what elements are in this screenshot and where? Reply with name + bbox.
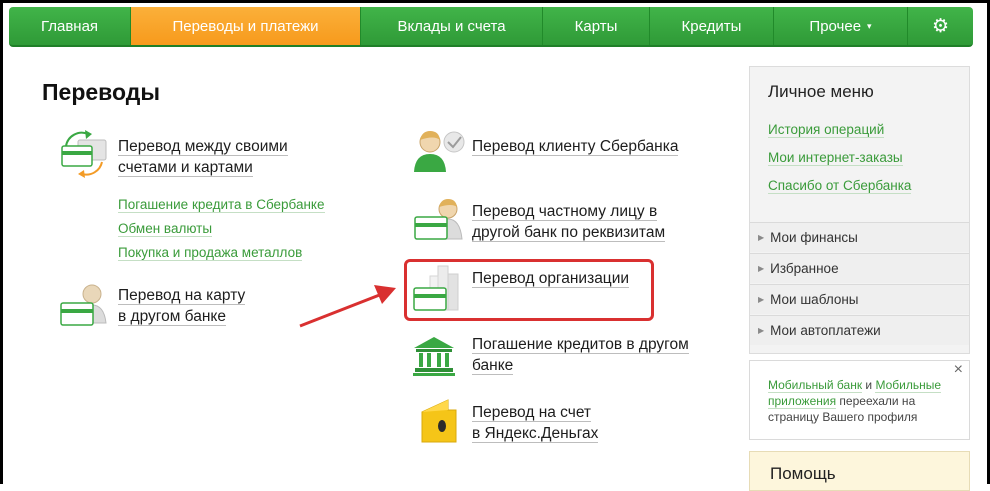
link-currency-exchange[interactable]: Обмен валюты <box>118 221 213 237</box>
sidebar-item-autopayments[interactable]: ▶ Мои автоплатежи <box>750 315 969 345</box>
link-card-other-bank[interactable]: Перевод на карту в другом банке <box>118 285 246 327</box>
link-own-accounts-transfer[interactable]: Перевод между своими счетами и картами <box>118 136 288 178</box>
help-title: Помощь <box>770 464 836 483</box>
link-repay-sber-credit[interactable]: Погашение кредита в Сбербанке <box>118 197 325 213</box>
link-sber-client-transfer[interactable]: Перевод клиенту Сбербанка <box>472 136 679 157</box>
sidebar-item-my-finances[interactable]: ▶ Мои финансы <box>750 222 969 252</box>
chevron-down-icon: ▾ <box>867 20 872 31</box>
red-arrow-annotation <box>299 285 396 328</box>
link-operations-history[interactable]: История операций <box>768 122 885 138</box>
notice-panel: × Мобильный банк и Мобильные приложения … <box>749 360 970 440</box>
window-frame-left <box>0 0 3 484</box>
yandex-money-wallet-icon <box>421 399 457 443</box>
link-mobile-bank[interactable]: Мобильный банк <box>768 378 863 393</box>
main-nav: Главная Переводы и платежи Вклады и счет… <box>9 7 973 47</box>
personal-menu-panel: Личное меню История операций Мои интерне… <box>749 66 970 354</box>
nav-more-label: Прочее <box>809 17 862 35</box>
link-spasibo[interactable]: Спасибо от Сбербанка <box>768 178 912 194</box>
sidebar-item-favorites[interactable]: ▶ Избранное <box>750 253 969 283</box>
nav-item-transfers[interactable]: Переводы и платежи <box>131 7 361 45</box>
link-yandex-money-transfer[interactable]: Перевод на счет в Яндекс.Деньгах <box>472 402 599 444</box>
triangle-right-icon: ▶ <box>758 326 765 335</box>
nav-item-deposits[interactable]: Вклады и счета <box>361 7 543 45</box>
window-frame-top <box>0 0 990 3</box>
settings-button[interactable]: ⚙ <box>908 7 973 45</box>
gear-icon: ⚙ <box>931 15 950 37</box>
triangle-right-icon: ▶ <box>758 233 765 242</box>
nav-item-more[interactable]: Прочее ▾ <box>774 7 908 45</box>
card-transfer-icon <box>61 130 107 178</box>
link-metals-trade[interactable]: Покупка и продажа металлов <box>118 245 303 261</box>
bank-building-icon <box>413 337 455 376</box>
sber-client-icon <box>414 131 465 172</box>
page-title: Переводы <box>42 79 160 105</box>
sidebar-item-templates[interactable]: ▶ Мои шаблоны <box>750 284 969 314</box>
link-private-person-transfer[interactable]: Перевод частному лицу в другой банк по р… <box>472 201 666 243</box>
link-internet-orders[interactable]: Мои интернет-заказы <box>768 150 903 166</box>
nav-item-cards[interactable]: Карты <box>543 7 650 45</box>
close-icon[interactable]: × <box>954 362 963 378</box>
triangle-right-icon: ▶ <box>758 295 765 304</box>
nav-item-credits[interactable]: Кредиты <box>650 7 774 45</box>
person-card-icon <box>414 199 463 240</box>
personal-menu-title: Личное меню <box>768 82 874 101</box>
link-other-bank-credit[interactable]: Погашение кредитов в другом банке <box>472 334 689 376</box>
nav-item-home[interactable]: Главная <box>9 7 131 45</box>
help-panel: Помощь <box>749 451 970 491</box>
triangle-right-icon: ▶ <box>758 264 765 273</box>
highlight-frame <box>404 259 654 321</box>
person-card-icon <box>60 284 107 326</box>
notice-text: Мобильный банк и Мобильные приложения пе… <box>768 378 942 424</box>
